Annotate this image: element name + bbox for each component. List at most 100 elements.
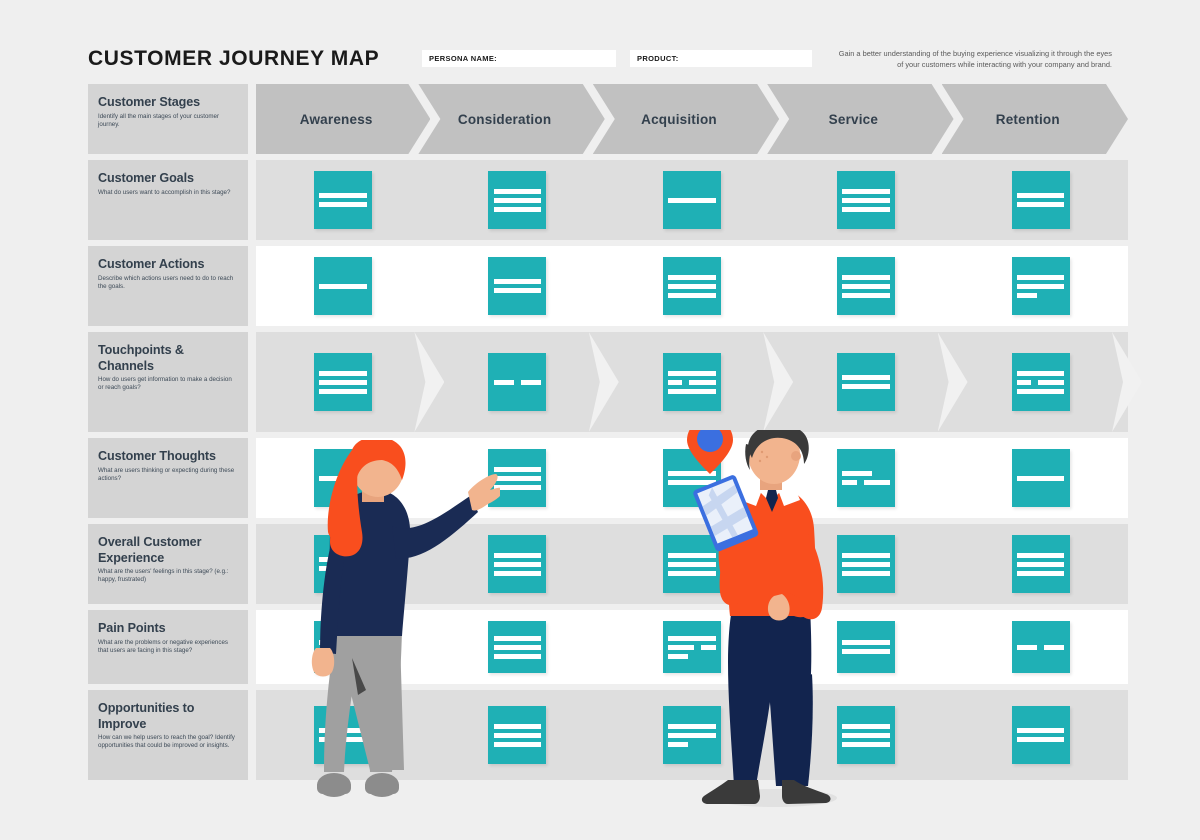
journey-cell[interactable] [605,690,779,780]
note-card[interactable] [488,257,547,315]
row-label-2[interactable]: Customer Actions Describe which actions u… [88,246,248,326]
journey-cell[interactable] [605,246,779,326]
journey-cell[interactable] [954,438,1128,518]
note-card[interactable] [837,706,896,764]
stage-chevron-service[interactable]: Service [767,84,953,154]
note-card[interactable] [662,257,721,315]
note-card[interactable] [837,535,896,593]
journey-cell[interactable] [779,690,953,780]
journey-cell[interactable] [605,524,779,604]
note-card-lines [1012,552,1070,576]
note-card[interactable] [314,535,372,593]
journey-cell[interactable] [430,690,604,780]
journey-cell[interactable] [256,332,430,432]
journey-cell[interactable] [430,610,604,684]
note-card[interactable] [314,449,372,507]
note-card[interactable] [1011,535,1070,593]
row-label-title: Customer Actions [98,257,205,271]
row-label-0[interactable]: Customer Stages Identify all the main sta… [88,84,248,154]
journey-cell[interactable] [605,332,779,432]
note-card[interactable] [1011,353,1070,411]
journey-cell[interactable] [954,246,1128,326]
journey-cell[interactable] [430,332,604,432]
row-label-3[interactable]: Touchpoints & Channels How do users get i… [88,332,248,432]
journey-cell[interactable] [779,524,953,604]
note-card[interactable] [314,257,372,315]
note-card[interactable] [488,449,547,507]
row-label-1[interactable]: Customer Goals What do users want to acco… [88,160,248,240]
note-card-lines [488,188,546,212]
note-card[interactable] [662,706,721,764]
note-card-lines [663,635,721,659]
note-card[interactable] [837,171,896,229]
note-card[interactable] [662,449,721,507]
journey-cell[interactable] [779,438,953,518]
journey-cell[interactable] [430,524,604,604]
note-card[interactable] [662,535,721,593]
journey-cell[interactable] [779,332,953,432]
note-card[interactable] [488,535,547,593]
journey-cell[interactable] [256,610,430,684]
persona-name-field[interactable]: PERSONA NAME: [422,50,616,67]
note-card-lines [314,370,372,394]
note-card[interactable] [1011,706,1070,764]
journey-cell[interactable] [954,690,1128,780]
journey-cell[interactable] [954,332,1128,432]
journey-cell[interactable] [256,246,430,326]
journey-cell[interactable] [954,610,1128,684]
note-card[interactable] [488,171,547,229]
journey-cell[interactable] [779,160,953,240]
journey-cell[interactable] [256,438,430,518]
note-card-lines [1012,274,1070,298]
row-label-7[interactable]: Opportunities to Improve How can we help … [88,690,248,780]
row-label-5[interactable]: Overall Customer Experience What are the … [88,524,248,604]
note-card[interactable] [1011,257,1070,315]
stage-chevron-acquisition[interactable]: Acquisition [593,84,779,154]
note-card-lines [488,723,546,747]
journey-cell[interactable] [256,160,430,240]
journey-cell[interactable] [605,438,779,518]
journey-cell[interactable] [605,160,779,240]
note-card[interactable] [488,706,547,764]
note-card[interactable] [314,706,372,764]
note-card[interactable] [837,621,896,673]
row-label-subtitle: What are the users' feelings in this sta… [98,568,229,584]
note-card[interactable] [314,353,372,411]
journey-cell[interactable] [779,246,953,326]
note-card[interactable] [488,621,547,673]
stage-chevron-awareness[interactable]: Awareness [256,84,430,154]
row-label-4[interactable]: Customer Thoughts What are users thinking… [88,438,248,518]
note-card[interactable] [314,621,372,673]
journey-cell[interactable] [605,610,779,684]
note-card-lines [837,640,895,654]
note-card[interactable] [837,353,896,411]
note-card[interactable] [1011,171,1070,229]
journey-row: Overall Customer Experience What are the … [0,524,1200,604]
journey-cell[interactable] [430,246,604,326]
product-field[interactable]: PRODUCT: [630,50,812,67]
journey-cell[interactable] [256,690,430,780]
note-card[interactable] [837,257,896,315]
note-card[interactable] [488,353,547,411]
note-card[interactable] [837,449,896,507]
note-card[interactable] [1011,621,1070,673]
stage-chevron-consideration[interactable]: Consideration [418,84,604,154]
journey-row: Customer Actions Describe which actions u… [0,246,1200,326]
note-card-lines [488,279,546,293]
row-label-subtitle: How can we help users to reach the goal?… [98,734,235,750]
journey-cell[interactable] [779,610,953,684]
journey-cell[interactable] [256,524,430,604]
row-label-6[interactable]: Pain Points What are the problems or nega… [88,610,248,684]
stage-label: Consideration [457,111,552,127]
note-card[interactable] [662,171,721,229]
stage-chevron-retention[interactable]: Retention [942,84,1128,154]
journey-cell[interactable] [430,438,604,518]
journey-cell[interactable] [954,160,1128,240]
note-card[interactable] [662,353,721,411]
note-card[interactable] [314,171,372,229]
journey-row: Touchpoints & Channels How do users get i… [0,332,1200,432]
note-card[interactable] [1011,449,1070,507]
journey-cell[interactable] [430,160,604,240]
journey-cell[interactable] [954,524,1128,604]
note-card[interactable] [662,621,721,673]
